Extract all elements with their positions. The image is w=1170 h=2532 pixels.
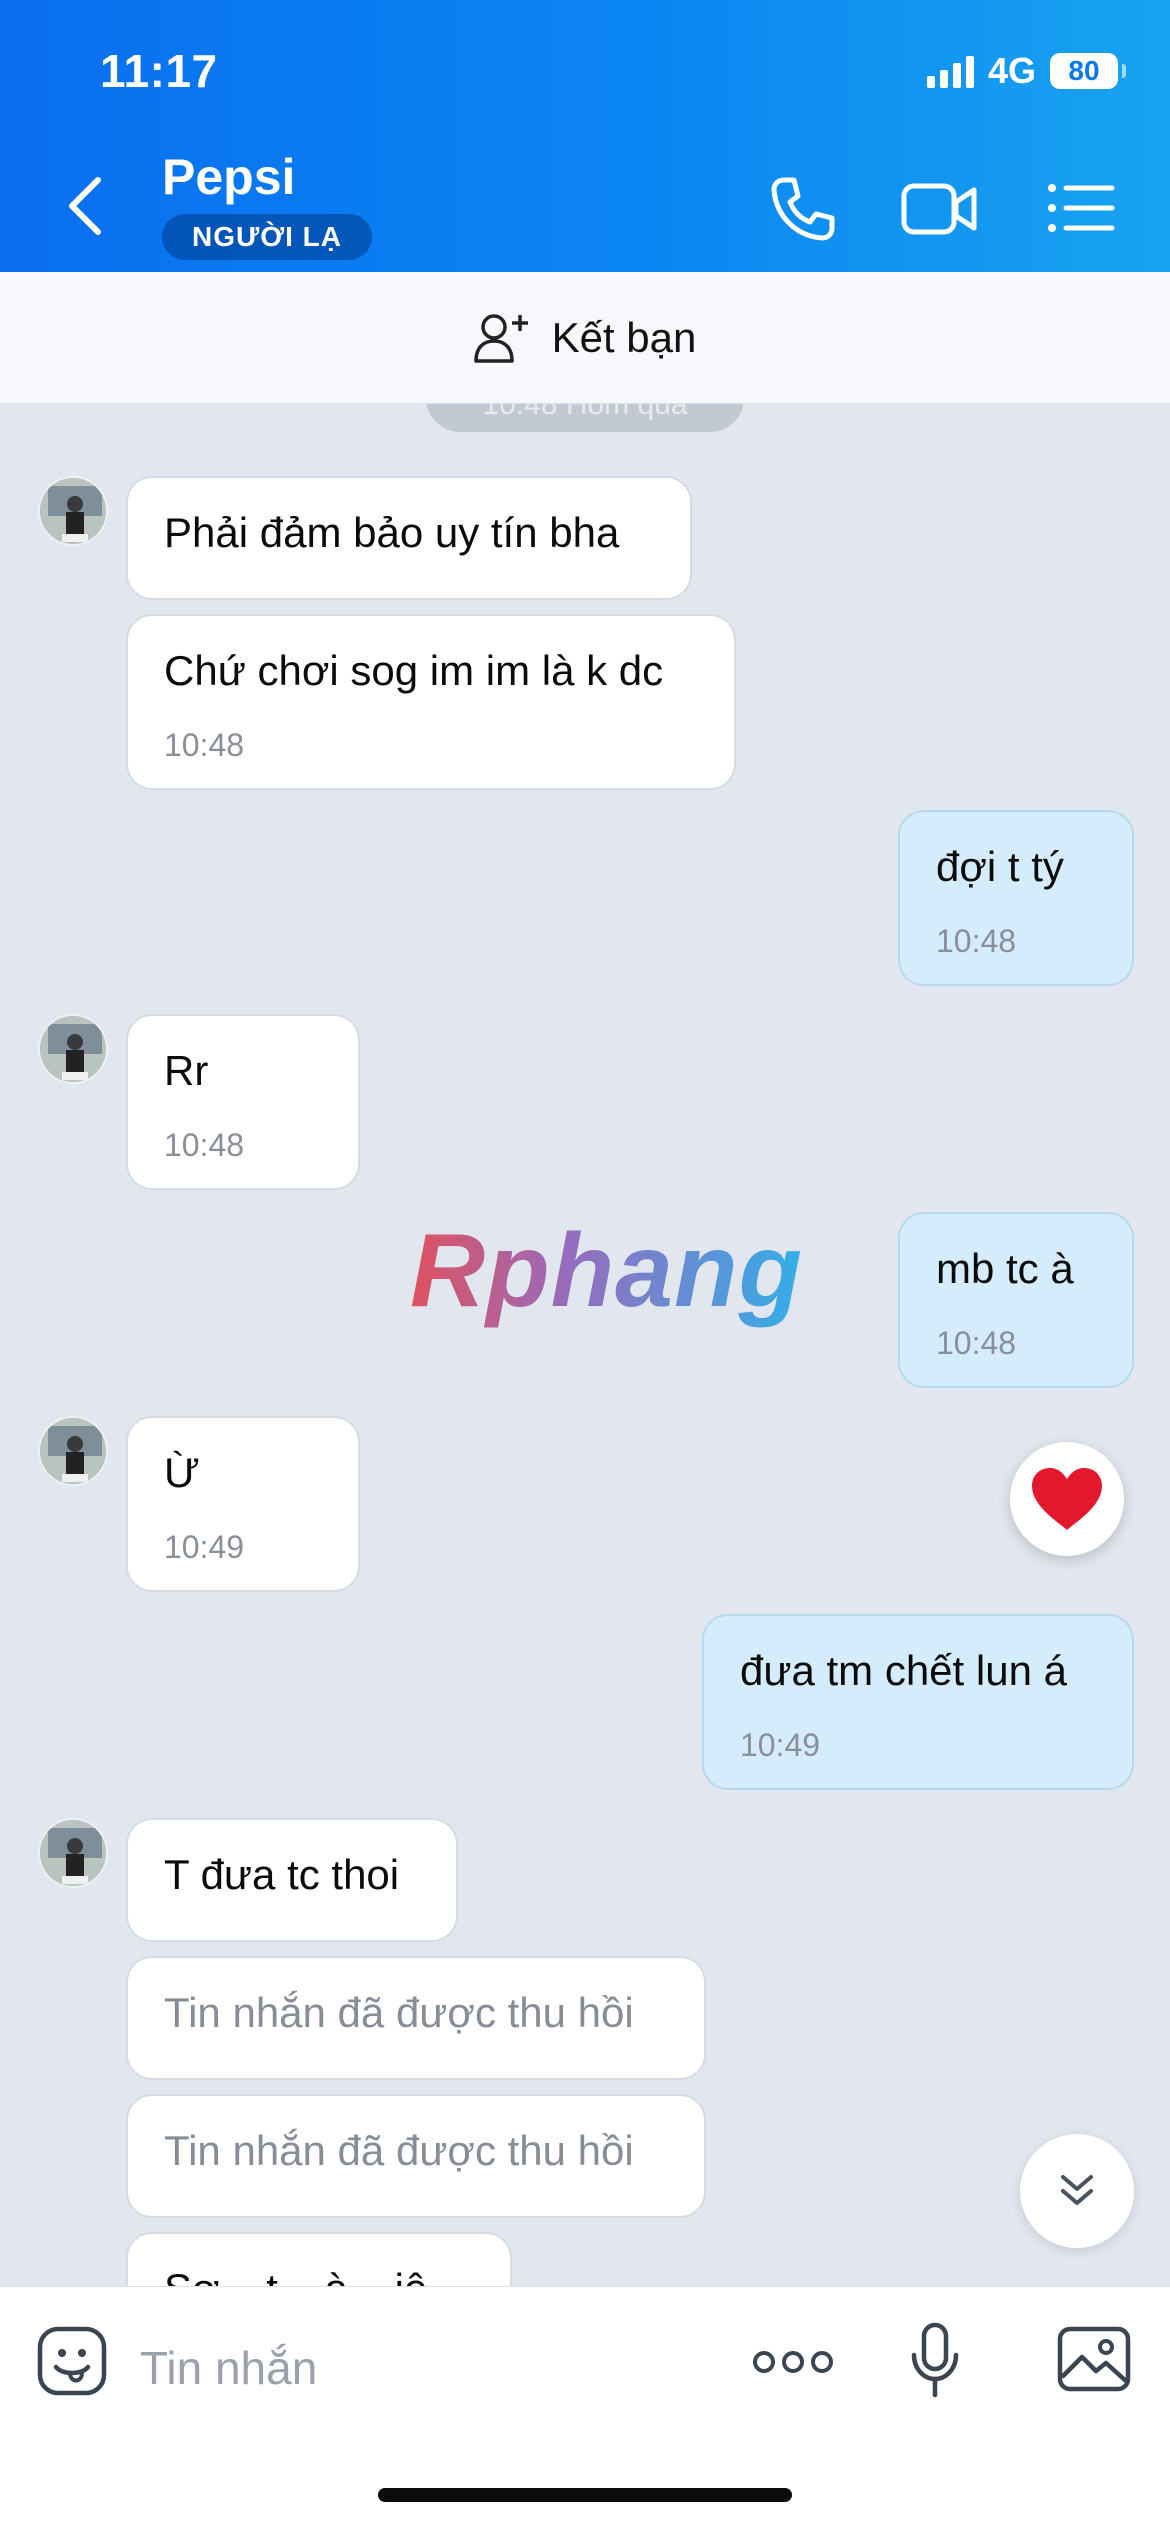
message-text: Sợ ...t ...à ...iệ bbox=[164, 2265, 427, 2286]
message-text: đưa tm chết lun á bbox=[740, 1647, 1067, 1694]
back-icon[interactable] bbox=[58, 170, 118, 242]
message-text: Rr bbox=[164, 1047, 209, 1094]
message-time: 10:49 bbox=[740, 1726, 821, 1763]
message-bubble-incoming[interactable]: Rr 10:48 bbox=[126, 1014, 360, 1190]
menu-list-icon[interactable] bbox=[1040, 168, 1120, 248]
watermark-logo: Rphang bbox=[410, 1213, 804, 1329]
message-list[interactable]: 10:48 Hôm qua Phải đảm bảo uy tín bha Ch… bbox=[0, 404, 1170, 2286]
home-indicator bbox=[378, 2488, 792, 2502]
message-time: 10:48 bbox=[164, 1126, 245, 1163]
avatar[interactable] bbox=[38, 476, 108, 546]
message-time: 10:48 bbox=[164, 726, 245, 763]
message-bubble-outgoing[interactable]: đợi t tý 10:48 bbox=[898, 810, 1134, 986]
battery-level: 80 bbox=[1068, 55, 1100, 86]
message-text: Chứ chơi sog im im là k dc bbox=[164, 647, 664, 694]
message-text: Ừ bbox=[164, 1449, 200, 1496]
add-friend-icon bbox=[473, 313, 528, 363]
message-bubble-incoming[interactable]: Chứ chơi sog im im là k dc 10:48 bbox=[126, 614, 736, 790]
avatar[interactable] bbox=[38, 1818, 108, 1888]
phone-call-icon[interactable] bbox=[762, 168, 842, 248]
video-call-icon[interactable] bbox=[900, 168, 980, 248]
contact-name[interactable]: Pepsi bbox=[162, 148, 295, 206]
message-text: đợi t tý bbox=[936, 843, 1064, 890]
battery-icon: 80 bbox=[1050, 53, 1126, 89]
recalled-message[interactable]: Tin nhắn đã được thu hồi bbox=[126, 2094, 706, 2218]
message-text: Phải đảm bảo uy tín bha bbox=[164, 509, 620, 556]
message-time: 10:49 bbox=[164, 1528, 245, 1565]
avatar[interactable] bbox=[38, 1416, 108, 1486]
add-friend-button[interactable]: Kết bạn bbox=[0, 272, 1170, 404]
message-bubble-incoming[interactable]: Phải đảm bảo uy tín bha bbox=[126, 476, 692, 600]
chat-header: 11:17 4G 80 Pepsi NGƯỜI LẠ bbox=[0, 0, 1170, 272]
message-time: 10:48 bbox=[936, 922, 1017, 959]
message-bubble-incoming[interactable]: Sợ ...t ...à ...iệ bbox=[126, 2232, 512, 2286]
recalled-message[interactable]: Tin nhắn đã được thu hồi bbox=[126, 1956, 706, 2080]
message-bubble-incoming[interactable]: T đưa tc thoi bbox=[126, 1818, 458, 1942]
date-divider: 10:48 Hôm qua bbox=[426, 404, 744, 432]
message-time: 10:48 bbox=[936, 1324, 1017, 1361]
message-text: mb tc à bbox=[936, 1245, 1074, 1292]
message-bubble-incoming[interactable]: Ừ 10:49 bbox=[126, 1416, 360, 1592]
message-input[interactable] bbox=[140, 2323, 680, 2413]
add-friend-label: Kết bạn bbox=[551, 313, 697, 361]
heart-icon bbox=[1032, 1468, 1102, 1530]
sticker-icon[interactable] bbox=[36, 2323, 108, 2399]
image-gallery-icon[interactable] bbox=[1056, 2325, 1132, 2393]
message-bubble-outgoing[interactable]: mb tc à 10:48 bbox=[898, 1212, 1134, 1388]
status-indicators: 4G 80 bbox=[926, 50, 1126, 92]
stranger-badge: NGƯỜI LẠ bbox=[162, 214, 372, 260]
message-text: T đưa tc thoi bbox=[164, 1851, 400, 1898]
status-time: 11:17 bbox=[100, 45, 218, 97]
scroll-to-bottom-button[interactable] bbox=[1020, 2134, 1134, 2248]
message-text: Tin nhắn đã được thu hồi bbox=[164, 1989, 634, 2036]
signal-icon bbox=[926, 54, 974, 88]
chevron-double-down-icon bbox=[1061, 2175, 1093, 2205]
microphone-icon[interactable] bbox=[910, 2321, 960, 2401]
more-options-icon[interactable] bbox=[752, 2349, 834, 2375]
avatar[interactable] bbox=[38, 1014, 108, 1084]
message-text: Tin nhắn đã được thu hồi bbox=[164, 2127, 634, 2174]
reaction-button[interactable] bbox=[1010, 1442, 1124, 1556]
message-bubble-outgoing[interactable]: đưa tm chết lun á 10:49 bbox=[702, 1614, 1134, 1790]
network-label: 4G bbox=[987, 50, 1036, 91]
